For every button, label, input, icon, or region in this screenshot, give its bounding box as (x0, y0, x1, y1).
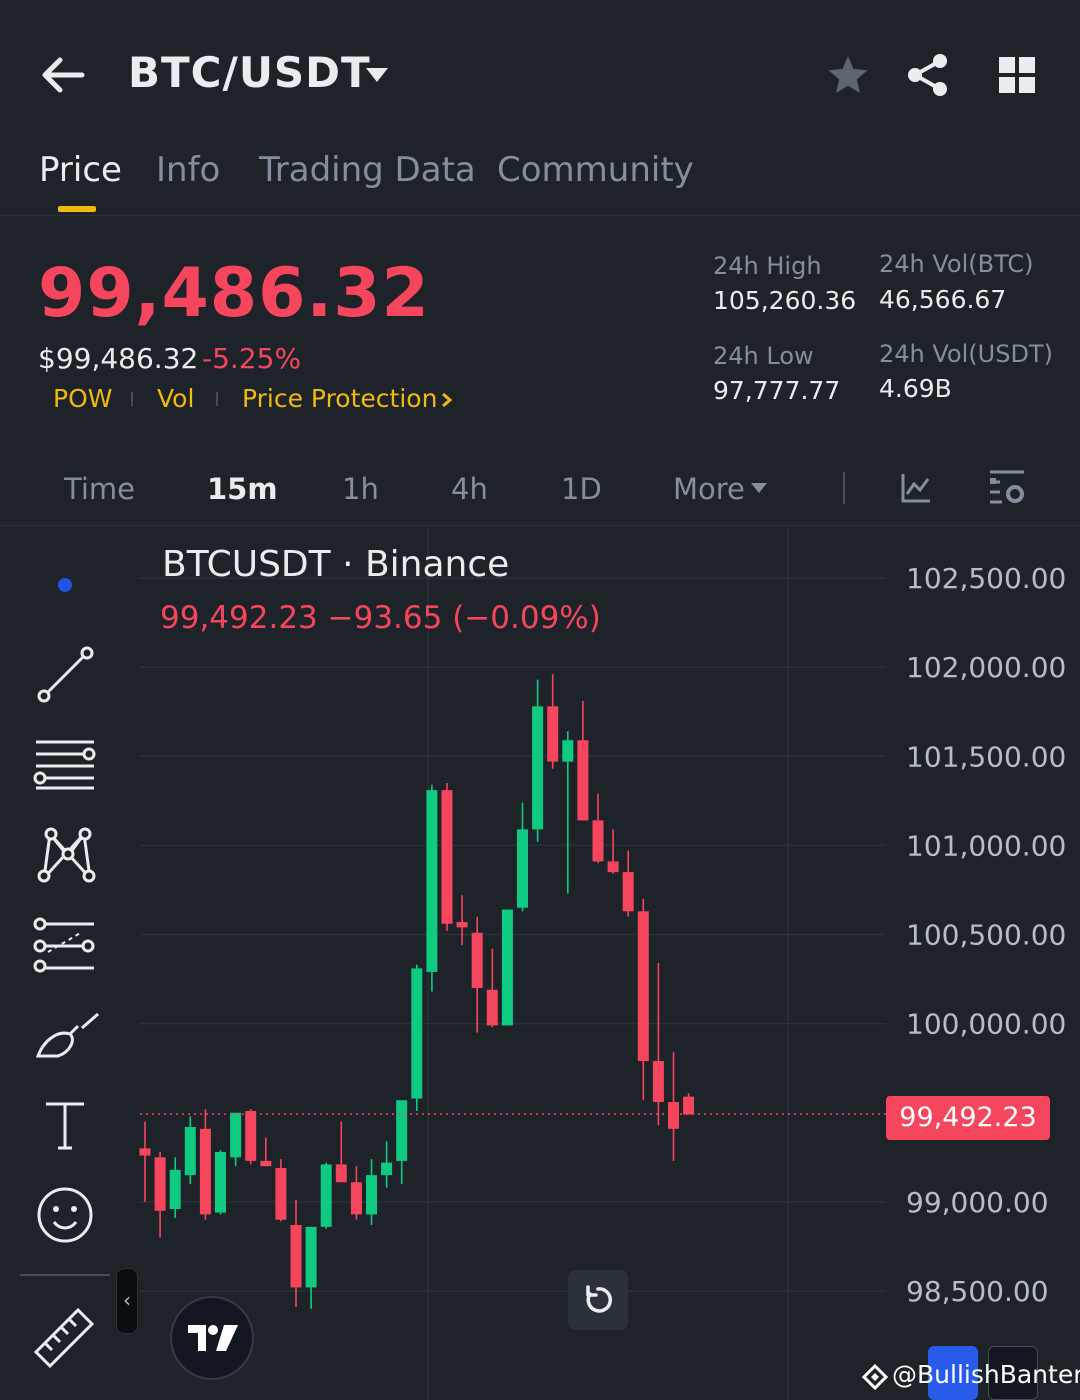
candle-body (486, 989, 498, 1026)
tab-info[interactable]: Info (156, 150, 220, 190)
interval-more[interactable]: More (673, 472, 745, 506)
candle-body (547, 706, 559, 762)
candle-body (305, 1226, 317, 1288)
candle-body (637, 911, 649, 1062)
candle-body (366, 1175, 377, 1215)
candle-body (562, 740, 574, 762)
interval-divider (843, 472, 845, 504)
tag-divider (131, 392, 133, 406)
y-axis-tick-label: 102,500.00 (906, 562, 1066, 595)
tag-vol[interactable]: Vol (157, 384, 194, 413)
y-axis-tick-label: 101,000.00 (906, 829, 1066, 862)
pair-title[interactable]: BTC/USDT (128, 48, 371, 97)
candle-body (411, 968, 423, 1099)
candle-body (199, 1128, 211, 1215)
star-icon[interactable] (826, 54, 870, 96)
candle-body (381, 1162, 393, 1176)
y-axis-tick-label: 101,500.00 (906, 740, 1066, 773)
grid-menu-icon[interactable] (998, 56, 1036, 94)
page-tabs: Price Info Trading Data Community (0, 140, 1080, 216)
interval-time[interactable]: Time (64, 472, 135, 506)
candle-body (592, 820, 604, 862)
candle-body (320, 1164, 332, 1227)
reset-icon (586, 1285, 613, 1313)
watermark-text: @BullishBanter (892, 1360, 1080, 1389)
tag-price-protection[interactable]: Price Protection (242, 384, 437, 413)
y-axis-tick-label: 98,500.00 (906, 1275, 1049, 1308)
chevron-down-icon[interactable] (364, 66, 390, 84)
stat-24h-high-value: 105,260.36 (713, 286, 857, 315)
candle-body (426, 790, 438, 972)
stat-24h-low-label: 24h Low (713, 342, 814, 370)
candle-body (169, 1169, 181, 1210)
candle-body (652, 1061, 664, 1103)
interval-4h[interactable]: 4h (451, 472, 488, 506)
candle-body (335, 1164, 347, 1183)
tab-price[interactable]: Price (39, 150, 122, 190)
candle-body (532, 706, 544, 830)
candle-body (501, 909, 513, 1026)
stat-vol-btc-value: 46,566.67 (879, 285, 1007, 314)
candle-body (577, 740, 589, 821)
candle-body (275, 1168, 287, 1220)
candle-body (456, 922, 468, 928)
candle-body (350, 1182, 362, 1215)
chart-title: BTCUSDT · Binance (162, 544, 510, 585)
interval-bar: Time 15m 1h 4h 1D More (0, 452, 1080, 526)
y-axis-tick-label: 100,500.00 (906, 919, 1066, 952)
price-change-percent: -5.25% (202, 342, 302, 375)
candle-body (471, 932, 483, 988)
candle-body (230, 1112, 242, 1158)
current-price-tag: 99,492.23 (886, 1096, 1050, 1140)
tag-divider (216, 392, 218, 406)
interval-1d[interactable]: 1D (561, 472, 602, 506)
candlestick-chart[interactable]: 102,500.00 102,000.00 101,500.00 101,000.00… (0, 528, 1080, 1400)
candle-body (607, 861, 619, 873)
candle-body (396, 1100, 408, 1161)
tab-trading-data[interactable]: Trading Data (259, 150, 476, 190)
tradingview-logo[interactable] (170, 1296, 254, 1380)
active-tab-indicator (58, 206, 96, 212)
stat-vol-btc-label: 24h Vol(BTC) (879, 250, 1034, 278)
candle-body (245, 1110, 257, 1161)
candle-body (622, 872, 634, 912)
ohlc-readout: 99,492.23 −93.65 (−0.09%) (160, 600, 601, 636)
stat-24h-low-value: 97,777.77 (713, 376, 841, 405)
candle-body (215, 1151, 226, 1213)
share-icon[interactable] (906, 52, 950, 98)
chart-settings-icon[interactable] (988, 468, 1028, 508)
candle-body (441, 790, 453, 924)
interval-15m[interactable]: 15m (207, 472, 278, 506)
interval-1h[interactable]: 1h (342, 472, 379, 506)
tradingview-icon (188, 1325, 238, 1351)
tab-community[interactable]: Community (497, 150, 694, 190)
candle-body (668, 1102, 679, 1129)
usd-price: $99,486.32 (38, 342, 199, 375)
reset-chart-button[interactable] (568, 1270, 628, 1330)
tag-pow[interactable]: POW (53, 384, 112, 413)
stat-24h-high-label: 24h High (713, 252, 822, 280)
stat-vol-usdt-value: 4.69B (879, 374, 952, 403)
y-axis-tick-label: 100,000.00 (906, 1008, 1066, 1041)
y-axis-tick-label: 102,000.00 (906, 651, 1066, 684)
candle-body (290, 1225, 302, 1288)
candle-body (517, 829, 528, 908)
top-bar: BTC/USDT (0, 0, 1080, 140)
caret-down-icon[interactable] (750, 482, 768, 494)
last-price: 99,486.32 (38, 254, 430, 333)
candle-body (260, 1160, 272, 1167)
stat-vol-usdt-label: 24h Vol(USDT) (879, 340, 1053, 368)
candle-body (154, 1157, 166, 1211)
candle-body (683, 1096, 695, 1115)
candle-body (139, 1148, 151, 1156)
y-axis-tick-label: 99,000.00 (906, 1186, 1049, 1219)
back-arrow-icon[interactable] (38, 52, 88, 98)
chevron-right-icon[interactable] (440, 391, 454, 409)
candle-body (184, 1127, 196, 1176)
binance-logo-icon (862, 1364, 888, 1390)
indicator-chart-icon[interactable] (900, 472, 932, 504)
